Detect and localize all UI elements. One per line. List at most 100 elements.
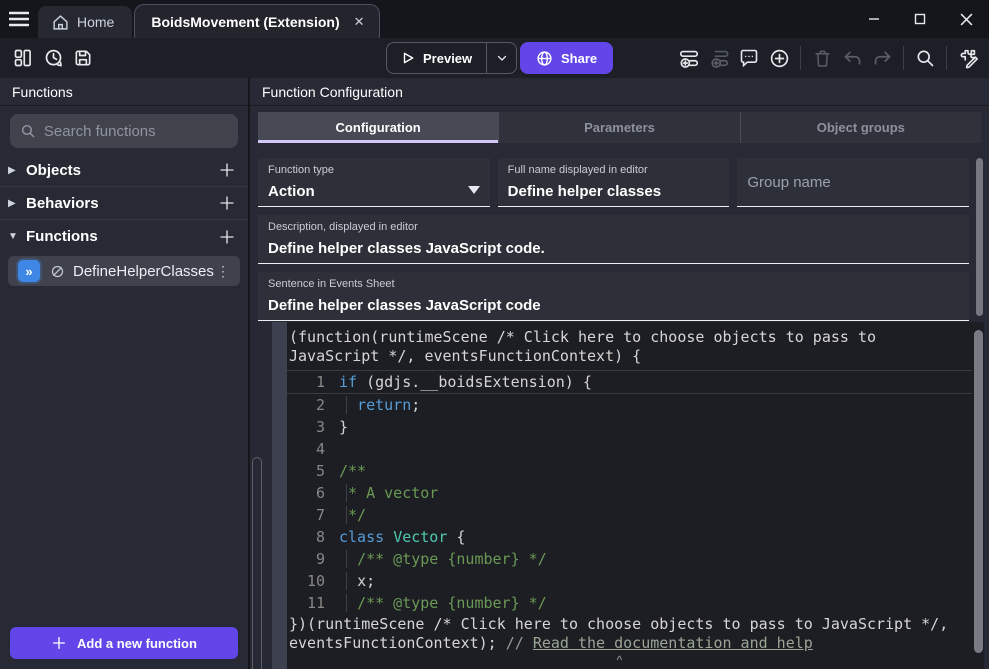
add-subevent-button[interactable] [704,43,734,73]
tab-home[interactable]: Home [38,6,132,38]
circle-plus-icon [769,48,790,69]
code-line[interactable]: 1if (gdjs.__boidsExtension) { [287,370,972,394]
tree-functions-label: Functions [26,228,98,245]
line-number: 7 [287,504,325,526]
share-button[interactable]: Share [520,42,613,74]
code-line[interactable]: 5/** [287,460,972,482]
sidebar-title: Functions [0,78,248,106]
tab-parameters[interactable]: Parameters [498,112,739,143]
play-icon [401,51,415,65]
tab-object-groups[interactable]: Object groups [740,112,981,143]
code-line[interactable]: 3} [287,416,972,438]
add-event-button[interactable] [674,43,704,73]
line-number: 4 [287,438,325,460]
function-type-select[interactable]: Function type Action [258,158,490,207]
redo-icon [872,48,893,69]
function-type-label: Function type [268,164,480,176]
sentence-field[interactable]: Sentence in Events Sheet Define helper c… [258,272,969,321]
code-line[interactable]: 10 x; [287,570,972,592]
preview-button[interactable]: Preview [387,43,486,73]
tab-close-icon[interactable]: ✕ [354,14,365,30]
line-number: 9 [287,548,325,570]
add-function-button[interactable] [218,228,236,246]
trash-icon [813,49,832,68]
functions-sidebar: Functions ▶ Objects ▶ Behaviors ▼ Functi… [0,78,248,669]
toolbar-right-group [674,43,983,73]
toolbar: Preview Share [0,38,989,78]
hamburger-icon [9,11,29,27]
event-gutter-band [272,322,287,669]
tree-objects-label: Objects [26,162,81,179]
undo-button[interactable] [837,43,867,73]
code-line[interactable]: 6 * A vector [287,482,972,504]
window-controls [851,0,989,38]
plus-icon [218,161,236,179]
javascript-code-panel: (function(runtimeScene /* Click here to … [250,322,989,669]
form-scrollbar-thumb[interactable] [976,158,983,316]
function-item-definehelperclasses[interactable]: » DefineHelperClasses ⋮ [8,256,240,286]
gutter-scroll-indicator[interactable] [252,457,262,669]
code-line[interactable]: 4 [287,438,972,460]
share-label: Share [561,51,597,66]
code-lines: 1if (gdjs.__boidsExtension) {2 return;3}… [287,370,972,614]
code-line[interactable]: 2 return; [287,394,972,416]
add-comment-button[interactable] [734,43,764,73]
main-menu-button[interactable] [0,0,38,38]
chevron-right-icon: ▶ [8,198,24,209]
code-editor[interactable]: (function(runtimeScene /* Click here to … [287,322,984,669]
search-functions-box[interactable] [10,114,238,148]
search-functions-input[interactable] [44,123,228,140]
save-button[interactable] [68,43,98,73]
version-history-button[interactable] [38,43,68,73]
add-new-function-button[interactable]: Add a new function [10,627,238,659]
window-close-button[interactable] [943,0,989,38]
toolbar-separator [800,46,801,70]
add-object-button[interactable] [218,161,236,179]
code-line[interactable]: 9 /** @type {number} */ [287,548,972,570]
delete-button[interactable] [807,43,837,73]
tab-boidsmovement[interactable]: BoidsMovement (Extension) ✕ [134,4,379,38]
function-configuration-panel: Function Configuration Configuration Par… [250,78,989,669]
description-field[interactable]: Description, displayed in editor Define … [258,215,969,264]
full-name-field[interactable]: Full name displayed in editor Define hel… [498,158,730,207]
form-row-3: Sentence in Events Sheet Define helper c… [258,272,969,321]
tab-configuration[interactable]: Configuration [258,112,498,143]
window-maximize-button[interactable] [897,0,943,38]
configuration-form: Function type Action Full name displayed… [250,150,989,322]
code-scrollbar-thumb[interactable] [974,330,983,653]
sidebar-item-objects[interactable]: ▶ Objects [0,154,248,187]
group-name-field[interactable] [737,158,969,207]
line-number: 3 [287,416,325,438]
add-new-function-label: Add a new function [77,636,197,651]
window-minimize-button[interactable] [851,0,897,38]
group-name-input[interactable] [747,158,959,206]
chevron-down-icon [496,52,508,64]
function-item-label: DefineHelperClasses [73,263,214,280]
search-events-button[interactable] [910,43,940,73]
chevron-right-icon: ▶ [8,165,24,176]
code-line[interactable]: 11 /** @type {number} */ [287,592,972,614]
add-element-button[interactable] [764,43,794,73]
open-project-manager-button[interactable] [8,43,38,73]
code-header-text[interactable]: (function(runtimeScene /* Click here to … [287,322,889,368]
code-scrollbar[interactable] [974,330,983,653]
form-scrollbar[interactable] [976,158,983,316]
collapse-caret-icon[interactable]: ^ [617,653,623,667]
gdevelop-window: Home BoidsMovement (Extension) ✕ [0,0,989,669]
preview-options-button[interactable] [486,43,516,73]
documentation-link[interactable]: Read the documentation and help [533,634,813,652]
edit-extension-button[interactable] [953,43,983,73]
search-icon [915,48,935,68]
sidebar-item-functions[interactable]: ▼ Functions [0,220,248,253]
code-line[interactable]: 8class Vector { [287,526,972,548]
redo-button[interactable] [867,43,897,73]
code-line[interactable]: 7 */ [287,504,972,526]
line-text: /** @type {number} */ [339,548,547,570]
sidebar-item-behaviors[interactable]: ▶ Behaviors [0,187,248,220]
add-behavior-button[interactable] [218,194,236,212]
toolbar-separator [946,46,947,70]
line-text: */ [339,504,366,526]
kebab-menu-icon[interactable]: ⋮ [214,263,232,280]
close-icon [960,13,973,26]
chevron-down-icon: ▼ [8,231,24,242]
